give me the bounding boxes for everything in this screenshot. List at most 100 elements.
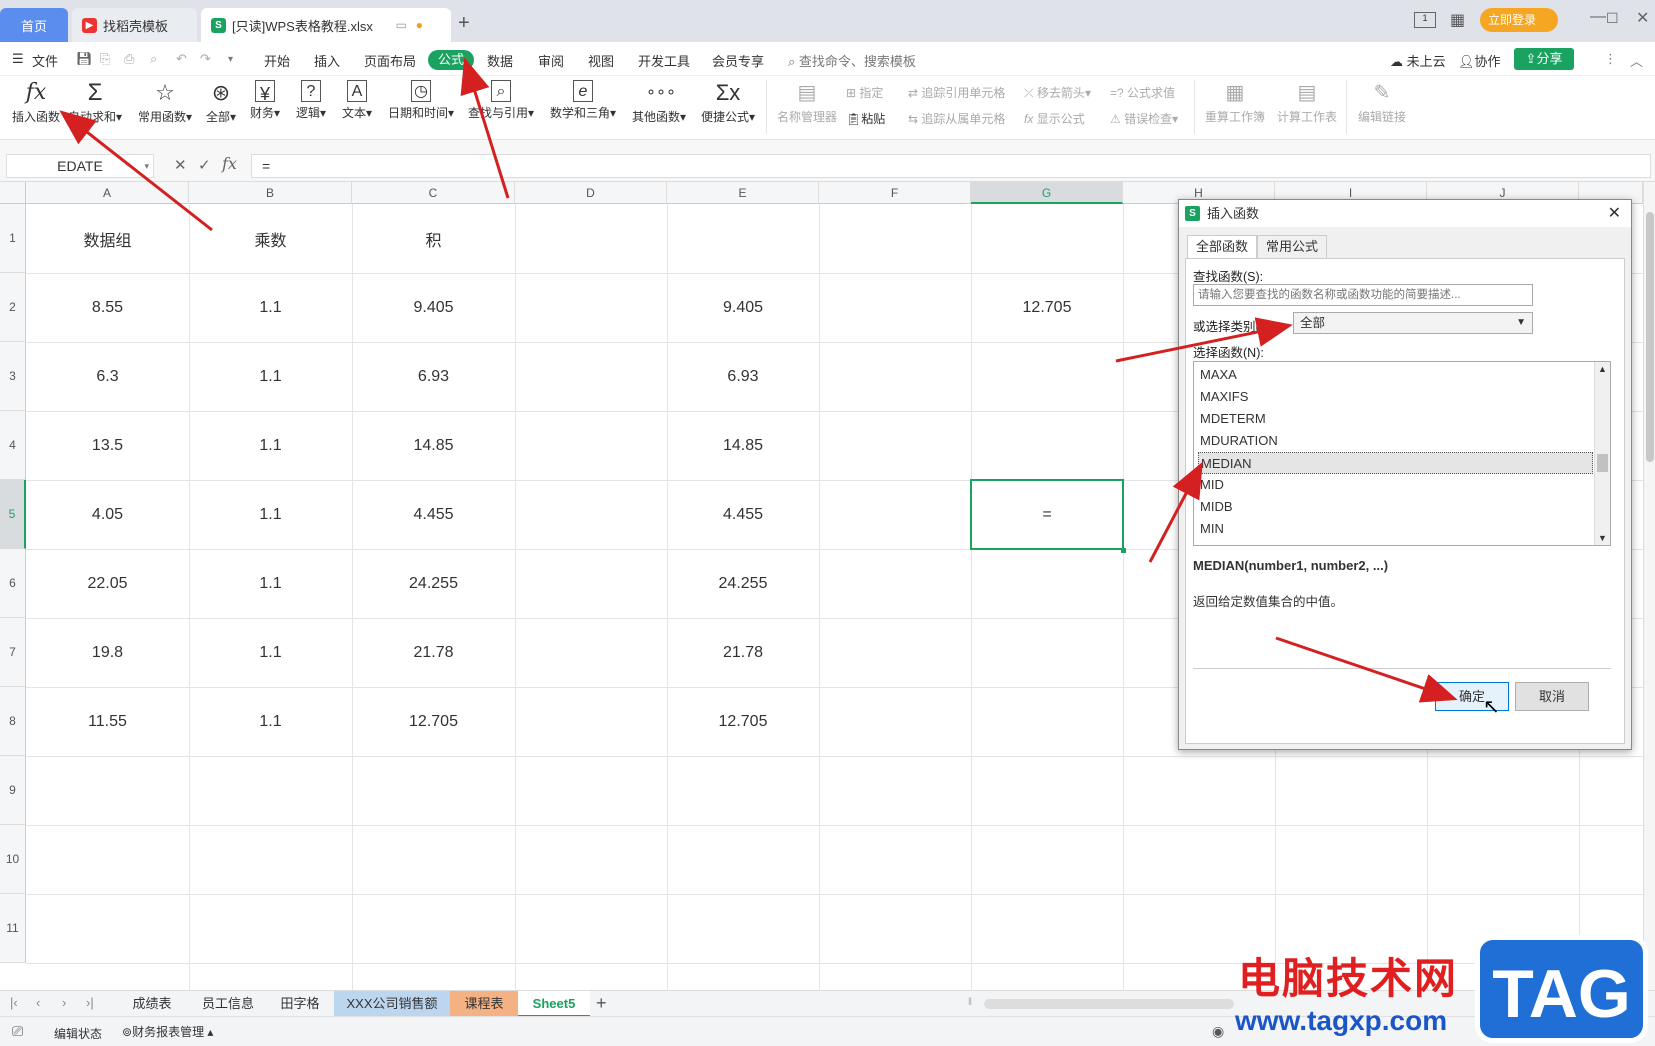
math-button[interactable]: e 数学和三角▾ bbox=[548, 80, 618, 121]
column-header[interactable]: C bbox=[352, 182, 515, 204]
grid-apps-icon[interactable]: ▦ bbox=[1450, 10, 1465, 30]
quick-access-dropdown-icon[interactable]: ▾ bbox=[228, 54, 233, 65]
menu-insert[interactable]: 插入 bbox=[314, 51, 340, 70]
last-sheet-icon[interactable]: ›| bbox=[86, 995, 94, 1010]
menu-page-layout[interactable]: 页面布局 bbox=[364, 51, 416, 70]
tab-document[interactable]: S [只读]WPS表格教程.xlsx ▭ ● bbox=[201, 8, 451, 42]
menu-review[interactable]: 审阅 bbox=[538, 51, 564, 70]
cell-c4[interactable]: 14.85 bbox=[352, 411, 515, 480]
minimize-icon[interactable]: — bbox=[1590, 8, 1606, 26]
trace-dependents-button[interactable]: ⇆ 追踪从属单元格 bbox=[908, 110, 1005, 127]
first-sheet-icon[interactable]: |‹ bbox=[10, 995, 18, 1010]
cell-a7[interactable]: 19.8 bbox=[26, 618, 189, 687]
row-header[interactable]: 9 bbox=[0, 756, 26, 825]
select-all-corner[interactable] bbox=[0, 182, 26, 204]
tab-templates[interactable]: ▶ 找稻壳模板 bbox=[72, 8, 197, 42]
paste-button[interactable]: 📋︎粘贴 bbox=[846, 110, 885, 127]
cell-e8[interactable]: 12.705 bbox=[667, 687, 819, 756]
edit-links-button[interactable]: ✎ 编辑链接 bbox=[1356, 80, 1408, 125]
datetime-button[interactable]: ◷ 日期和时间▾ bbox=[386, 80, 456, 121]
preview-icon[interactable]: ⌕ bbox=[150, 51, 157, 67]
cell-c2[interactable]: 9.405 bbox=[352, 273, 515, 342]
cell-e7[interactable]: 21.78 bbox=[667, 618, 819, 687]
cell-a5[interactable]: 4.05 bbox=[26, 480, 189, 549]
cell-c6[interactable]: 24.255 bbox=[352, 549, 515, 618]
finance-report-button[interactable]: ⊚财务报表管理 ▴ bbox=[122, 1023, 213, 1040]
name-manager-button[interactable]: ▤ 名称管理器 bbox=[776, 80, 838, 125]
cell-b8[interactable]: 1.1 bbox=[189, 687, 352, 756]
collab-button[interactable]: 👤︎协作 bbox=[1458, 51, 1501, 70]
evaluate-formula-button[interactable]: =? 公式求值 bbox=[1110, 84, 1175, 101]
fill-handle[interactable] bbox=[1121, 548, 1126, 553]
layout-icon[interactable]: 1 bbox=[1414, 12, 1436, 28]
prev-sheet-icon[interactable]: ‹ bbox=[36, 995, 40, 1010]
function-item[interactable]: MAXA bbox=[1198, 364, 1593, 386]
undo-icon[interactable]: ↶ bbox=[176, 51, 187, 67]
more-icon[interactable]: ⋮ bbox=[1604, 51, 1617, 67]
cell-b7[interactable]: 1.1 bbox=[189, 618, 352, 687]
confirm-formula-icon[interactable]: ✓ bbox=[198, 156, 211, 174]
cell-c8[interactable]: 12.705 bbox=[352, 687, 515, 756]
cell-a3[interactable]: 6.3 bbox=[26, 342, 189, 411]
close-window-icon[interactable]: ✕ bbox=[1636, 8, 1649, 28]
function-list[interactable]: MAXA MAXIFS MDETERM MDURATION MEDIAN MID… bbox=[1193, 361, 1611, 546]
cell-c7[interactable]: 21.78 bbox=[352, 618, 515, 687]
row-header[interactable]: 10 bbox=[0, 825, 26, 894]
export-icon[interactable]: ⎘ bbox=[100, 51, 110, 67]
row-header[interactable]: 4 bbox=[0, 411, 26, 480]
scroll-up-icon[interactable]: ▲ bbox=[1598, 364, 1607, 374]
function-item-selected[interactable]: MEDIAN bbox=[1198, 452, 1593, 474]
redo-icon[interactable]: ↷ bbox=[200, 51, 211, 67]
cell-a6[interactable]: 22.05 bbox=[26, 549, 189, 618]
collapse-ribbon-icon[interactable]: ︿ bbox=[1630, 51, 1643, 70]
search-command[interactable]: ⌕ 查找命令、搜索模板 bbox=[788, 51, 916, 70]
list-scrollbar[interactable]: ▲ ▼ bbox=[1594, 362, 1610, 545]
cell-e6[interactable]: 24.255 bbox=[667, 549, 819, 618]
cell-a2[interactable]: 8.55 bbox=[26, 273, 189, 342]
function-item[interactable]: MDETERM bbox=[1198, 408, 1593, 430]
row-header[interactable]: 2 bbox=[0, 273, 26, 342]
insert-function-button[interactable]: fx 插入函数 bbox=[8, 80, 64, 125]
cell-b4[interactable]: 1.1 bbox=[189, 411, 352, 480]
finance-button[interactable]: ¥ 财务▾ bbox=[248, 80, 282, 121]
monitor-icon[interactable]: ▭ bbox=[396, 18, 407, 32]
row-header[interactable]: 7 bbox=[0, 618, 26, 687]
share-button[interactable]: ⇪分享 bbox=[1514, 48, 1574, 70]
row-header-selected[interactable]: 5 bbox=[0, 480, 26, 549]
function-item[interactable]: MID bbox=[1198, 474, 1593, 496]
cell-b6[interactable]: 1.1 bbox=[189, 549, 352, 618]
scroll-down-icon[interactable]: ▼ bbox=[1598, 533, 1607, 543]
function-search-input[interactable] bbox=[1193, 284, 1533, 306]
cancel-formula-icon[interactable]: ✕ bbox=[174, 156, 187, 174]
menu-file[interactable]: 文件 bbox=[32, 51, 58, 70]
eye-icon[interactable]: ◉ bbox=[1212, 1023, 1224, 1040]
show-formula-button[interactable]: fx 显示公式 bbox=[1024, 110, 1085, 127]
cancel-button[interactable]: 取消 bbox=[1515, 682, 1589, 711]
column-header[interactable]: A bbox=[26, 182, 189, 204]
cell-e4[interactable]: 14.85 bbox=[667, 411, 819, 480]
cell-c3[interactable]: 6.93 bbox=[352, 342, 515, 411]
trace-precedents-button[interactable]: ⇄ 追踪引用单元格 bbox=[908, 84, 1005, 101]
tab-home[interactable]: 首页 bbox=[0, 8, 68, 42]
all-functions-button[interactable]: ⊛ 全部▾ bbox=[204, 80, 238, 125]
menu-member[interactable]: 会员专享 bbox=[712, 51, 764, 70]
function-item[interactable]: MAXIFS bbox=[1198, 386, 1593, 408]
cell-g5-active[interactable]: = bbox=[970, 479, 1124, 550]
cell-b1[interactable]: 乘数 bbox=[189, 204, 352, 273]
cell-b5[interactable]: 1.1 bbox=[189, 480, 352, 549]
menu-developer[interactable]: 开发工具 bbox=[638, 51, 690, 70]
remove-arrows-button[interactable]: ⤫ 移去箭头▾ bbox=[1024, 84, 1091, 101]
menu-view[interactable]: 视图 bbox=[588, 51, 614, 70]
formula-input[interactable]: = bbox=[251, 154, 1651, 178]
login-button[interactable]: 立即登录 bbox=[1480, 8, 1558, 32]
cell-b3[interactable]: 1.1 bbox=[189, 342, 352, 411]
split-handle-icon[interactable]: ‖ bbox=[968, 997, 978, 1011]
menu-formula[interactable]: 公式 bbox=[428, 50, 474, 70]
menu-start[interactable]: 开始 bbox=[264, 51, 290, 70]
scrollbar-thumb[interactable] bbox=[1597, 454, 1608, 472]
common-functions-button[interactable]: ☆ 常用函数▾ bbox=[136, 80, 194, 125]
row-header[interactable]: 6 bbox=[0, 549, 26, 618]
print-icon[interactable]: ⎙ bbox=[124, 51, 134, 67]
text-functions-button[interactable]: A 文本▾ bbox=[340, 80, 374, 121]
row-header[interactable]: 8 bbox=[0, 687, 26, 756]
